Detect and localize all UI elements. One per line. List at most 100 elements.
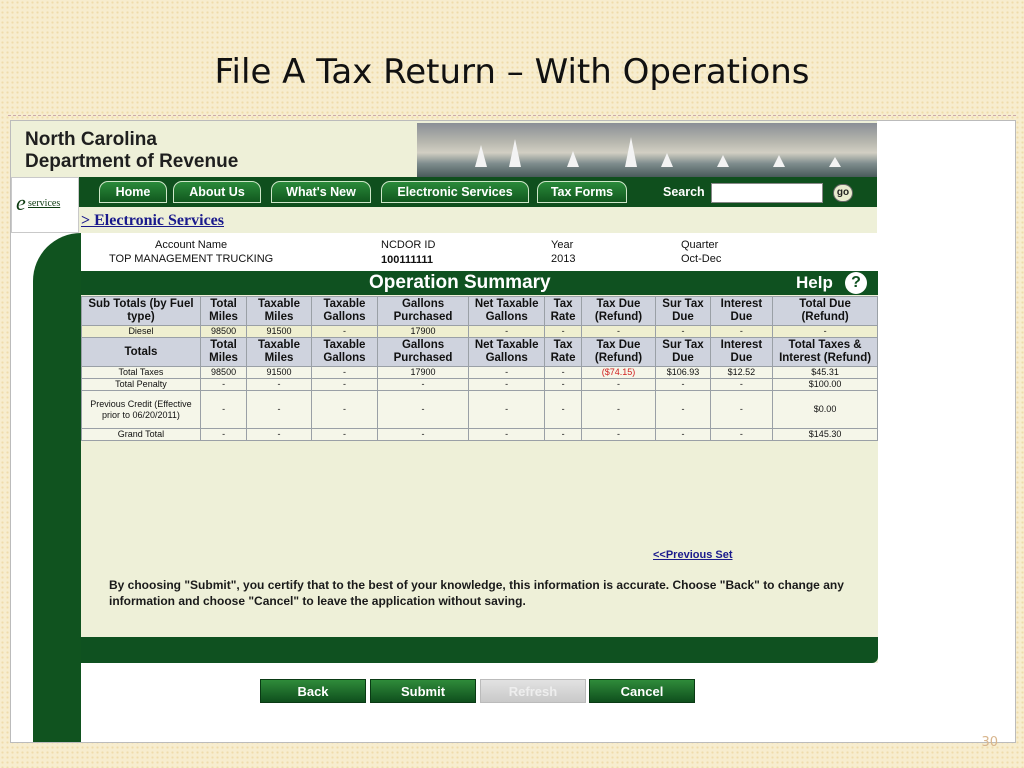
- table-cell: 17900: [377, 366, 469, 379]
- cancel-button[interactable]: Cancel: [589, 679, 695, 703]
- go-button[interactable]: go: [833, 184, 853, 202]
- table-cell: -: [467, 428, 546, 441]
- department-name: North Carolina Department of Revenue: [25, 129, 238, 173]
- column-header: Total Miles: [199, 337, 248, 367]
- table-cell: -: [709, 378, 774, 391]
- table-cell: -: [310, 378, 379, 391]
- table-cell: 91500: [246, 325, 312, 338]
- eservices-logo[interactable]: e services: [11, 177, 79, 233]
- help-link[interactable]: Help: [796, 273, 833, 293]
- nav-tab-about-us[interactable]: About Us: [173, 181, 261, 203]
- org-line-2: Department of Revenue: [25, 151, 239, 172]
- table-row: Total Penalty - - - - - - - - - $100.00: [81, 378, 878, 391]
- table-cell: Total Taxes: [81, 366, 201, 379]
- back-button[interactable]: Back: [260, 679, 366, 703]
- refresh-button[interactable]: Refresh: [480, 679, 586, 703]
- table-cell: -: [772, 325, 878, 338]
- column-header: Interest Due: [709, 337, 774, 367]
- table-cell: Diesel: [81, 325, 201, 338]
- ncdor-id-label: NCDOR ID: [381, 239, 436, 251]
- ncdor-id-value: 100111111: [381, 254, 434, 266]
- nav-tab-tax-forms[interactable]: Tax Forms: [537, 181, 627, 203]
- browser-screenshot: North Carolina Department of Revenue e s…: [10, 120, 1016, 743]
- table-cell: -: [709, 325, 774, 338]
- table-cell: -: [199, 428, 248, 441]
- eservices-e: e: [16, 190, 26, 215]
- column-header: Sur Tax Due: [655, 296, 711, 326]
- table-cell: -: [709, 390, 774, 429]
- sailboat-icon: [625, 137, 637, 167]
- subtotals-header-row: Sub Totals (by Fuel type) Total Miles Ta…: [81, 296, 878, 326]
- eservices-label: services: [28, 198, 61, 209]
- table-cell: -: [310, 428, 379, 441]
- table-cell: $106.93: [655, 366, 711, 379]
- column-header: Taxable Miles: [246, 337, 312, 367]
- search-label: Search: [663, 185, 705, 199]
- submit-button[interactable]: Submit: [370, 679, 476, 703]
- nav-tab-home[interactable]: Home: [99, 181, 167, 203]
- table-cell: -: [655, 428, 711, 441]
- column-header: Total Taxes & Interest (Refund): [772, 337, 878, 367]
- column-header: Interest Due: [709, 296, 774, 326]
- table-cell: -: [377, 378, 469, 391]
- column-header: Taxable Gallons: [310, 296, 379, 326]
- table-cell: -: [655, 325, 711, 338]
- table-row: Diesel 98500 91500 - 17900 - - - - - -: [81, 325, 878, 338]
- search-input[interactable]: [711, 183, 823, 203]
- year-label: Year: [551, 239, 574, 251]
- table-cell: $145.30: [772, 428, 878, 441]
- sailboat-icon: [829, 157, 841, 167]
- table-cell: $45.31: [772, 366, 878, 379]
- table-cell: -: [544, 325, 582, 338]
- column-header: Totals: [81, 337, 201, 367]
- column-header: Net Taxable Gallons: [467, 296, 546, 326]
- table-cell: -: [467, 390, 546, 429]
- table-cell: -: [199, 390, 248, 429]
- previous-set-link[interactable]: <<Previous Set: [653, 549, 733, 561]
- table-cell: -: [467, 378, 546, 391]
- table-cell: $0.00: [772, 390, 878, 429]
- table-cell: -: [467, 366, 546, 379]
- account-name-value: TOP MANAGEMENT TRUCKING: [109, 253, 274, 265]
- table-cell: -: [246, 378, 312, 391]
- table-cell: 98500: [199, 366, 248, 379]
- table-cell: -: [580, 390, 657, 429]
- slide-title: File A Tax Return – With Operations: [214, 52, 810, 92]
- table-cell: -: [246, 390, 312, 429]
- nav-tab-whats-new[interactable]: What's New: [271, 181, 371, 203]
- nav-tab-electronic-services[interactable]: Electronic Services: [381, 181, 529, 203]
- page-number: 30: [981, 735, 998, 750]
- column-header: Tax Rate: [544, 296, 582, 326]
- table-cell: -: [246, 428, 312, 441]
- breadcrumb-electronic-services[interactable]: > Electronic Services: [81, 212, 224, 230]
- table-row: Grand Total - - - - - - - - - $145.30: [81, 428, 878, 441]
- operation-summary-title: Operation Summary: [369, 272, 551, 293]
- help-icon[interactable]: ?: [845, 272, 867, 294]
- table-cell: -: [580, 428, 657, 441]
- table-cell: 98500: [199, 325, 248, 338]
- table-cell: -: [580, 325, 657, 338]
- table-cell: Previous Credit (Effective prior to 06/2…: [81, 390, 201, 429]
- column-header: Total Miles: [199, 296, 248, 326]
- table-cell: -: [377, 390, 469, 429]
- column-header: Gallons Purchased: [377, 296, 469, 326]
- table-cell: -: [467, 325, 546, 338]
- sailboat-icon: [567, 151, 579, 167]
- org-line-1: North Carolina: [25, 129, 157, 150]
- column-header: Tax Rate: [544, 337, 582, 367]
- table-cell: -: [199, 378, 248, 391]
- column-header: Taxable Gallons: [310, 337, 379, 367]
- quarter-label: Quarter: [681, 239, 719, 251]
- table-cell: -: [310, 366, 379, 379]
- totals-header-row: Totals Total Miles Taxable Miles Taxable…: [81, 337, 878, 367]
- certification-notice: By choosing "Submit", you certify that t…: [109, 578, 844, 608]
- left-side-frame: [33, 233, 81, 742]
- sailboat-icon: [717, 155, 729, 167]
- column-header: Net Taxable Gallons: [467, 337, 546, 367]
- table-row: Total Taxes 98500 91500 - 17900 - - ($74…: [81, 366, 878, 379]
- table-cell: -: [544, 390, 582, 429]
- column-header: Taxable Miles: [246, 296, 312, 326]
- table-cell: -: [709, 428, 774, 441]
- table-cell: -: [544, 366, 582, 379]
- column-header: Tax Due (Refund): [580, 296, 657, 326]
